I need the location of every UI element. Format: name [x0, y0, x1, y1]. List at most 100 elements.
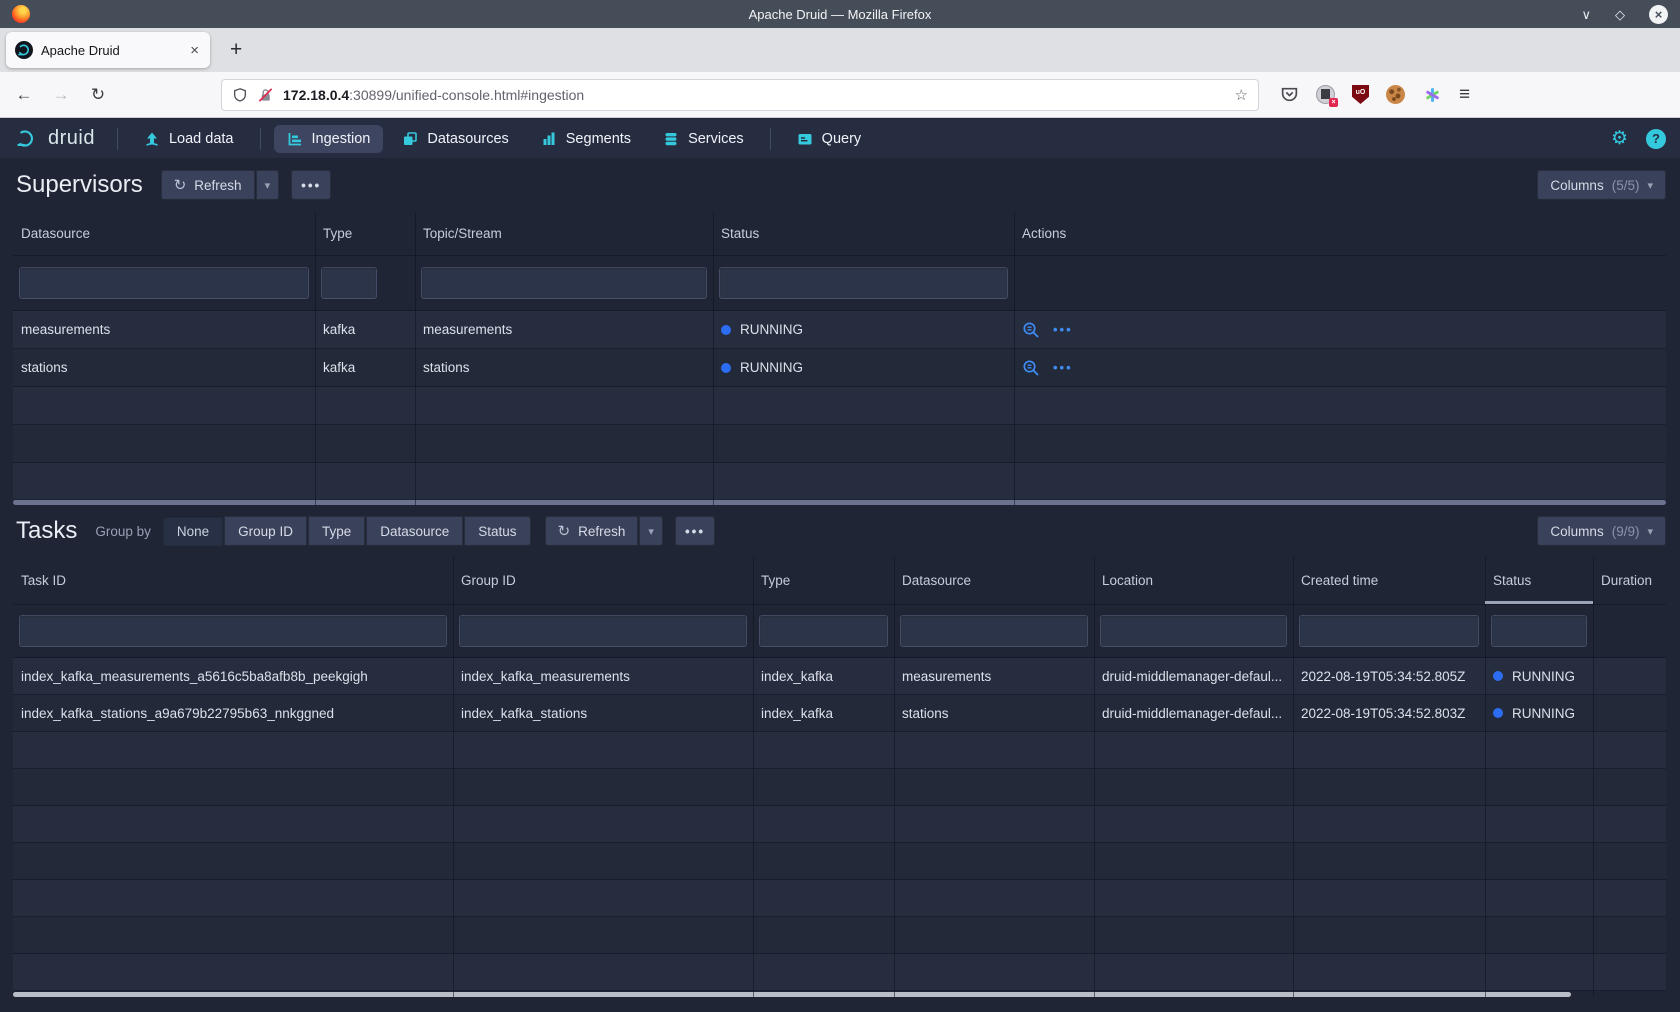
tasks-table: Task ID Group ID Type Datasource Locatio… [13, 557, 1666, 997]
column-header-group-id[interactable]: Group ID [453, 557, 753, 604]
column-header-topic-stream[interactable]: Topic/Stream [415, 212, 713, 255]
filter-input-type[interactable] [759, 615, 888, 647]
supervisors-columns-button[interactable]: Columns (5/5) ▾ [1537, 170, 1666, 200]
tab-title: Apache Druid [41, 43, 180, 58]
url-host: 172.18.0.4 [283, 87, 349, 103]
group-by-group-id-button[interactable]: Group ID [224, 516, 307, 546]
extension-icon[interactable]: × [1316, 85, 1335, 104]
forward-icon[interactable]: → [51, 85, 71, 105]
cell-type: kafka [315, 360, 415, 375]
segments-icon [541, 131, 557, 147]
columns-label: Columns [1550, 524, 1603, 539]
empty-row [13, 806, 1666, 843]
tasks-refresh-button[interactable]: ↻ Refresh [545, 516, 639, 546]
back-icon[interactable]: ← [14, 85, 34, 105]
tasks-columns-button[interactable]: Columns (9/9) ▾ [1537, 516, 1666, 546]
column-header-status-sorted[interactable]: Status [1485, 557, 1593, 604]
column-header-datasource[interactable]: Datasource [13, 212, 315, 255]
filter-input-datasource[interactable] [900, 615, 1088, 647]
window-maximize-icon[interactable]: ◇ [1615, 8, 1625, 21]
filter-input-location[interactable] [1100, 615, 1287, 647]
column-header-task-id[interactable]: Task ID [13, 557, 453, 604]
group-by-label: Group by [95, 524, 151, 539]
column-header-actions[interactable]: Actions [1014, 212, 1666, 255]
filter-input-topic-stream[interactable] [421, 267, 707, 299]
group-by-segmented-control: None Group ID Type Datasource Status [163, 516, 531, 546]
insecure-lock-icon[interactable] [257, 87, 274, 103]
column-header-datasource[interactable]: Datasource [894, 557, 1094, 604]
filter-input-group-id[interactable] [459, 615, 747, 647]
browser-tab[interactable]: Apache Druid × [6, 32, 210, 68]
column-header-location[interactable]: Location [1094, 557, 1293, 604]
nav-label: Datasources [427, 131, 508, 147]
group-by-none-button[interactable]: None [163, 516, 223, 546]
druid-logo[interactable]: druid [14, 126, 95, 151]
tasks-horizontal-scrollbar[interactable] [13, 992, 1571, 997]
cell-datasource: measurements [13, 322, 315, 337]
column-header-type[interactable]: Type [753, 557, 894, 604]
column-header-status[interactable]: Status [713, 212, 1014, 255]
column-header-type[interactable]: Type [315, 212, 415, 255]
shield-icon[interactable] [232, 87, 248, 103]
refresh-icon: ↻ [174, 176, 187, 194]
tasks-refresh-caret-button[interactable]: ▾ [639, 516, 663, 546]
status-dot [1493, 708, 1503, 718]
url-bar[interactable]: 172.18.0.4:30899/unified-console.html#in… [221, 79, 1259, 111]
datasources-icon [402, 131, 418, 147]
tab-close-icon[interactable]: × [188, 42, 201, 59]
filter-input-datasource[interactable] [19, 267, 309, 299]
supervisors-refresh-caret-button[interactable]: ▾ [256, 170, 280, 200]
ublock-origin-icon[interactable]: uO [1352, 85, 1369, 104]
nav-item-services[interactable]: Services [650, 125, 757, 153]
cell-datasource: measurements [894, 669, 1094, 684]
new-tab-button[interactable]: + [224, 38, 248, 62]
supervisor-row-measurements[interactable]: measurements kafka measurements RUNNING … [13, 311, 1666, 349]
tab-bar: Apache Druid × + [0, 28, 1680, 72]
nav-item-ingestion[interactable]: Ingestion [274, 125, 384, 153]
task-row-stations[interactable]: index_kafka_stations_a9a679b22795b63_nnk… [13, 695, 1666, 732]
cookie-extension-icon[interactable] [1386, 85, 1405, 104]
nav-separator [260, 128, 261, 150]
cell-actions: ••• [1014, 359, 1666, 377]
menu-icon[interactable]: ≡ [1459, 84, 1470, 106]
reload-icon[interactable]: ↻ [88, 85, 108, 105]
filter-input-status[interactable] [719, 267, 1008, 299]
tasks-more-button[interactable]: ••• [675, 516, 715, 546]
window-minimize-icon[interactable]: ∨ [1581, 8, 1591, 21]
empty-row [13, 880, 1666, 917]
services-icon [663, 131, 679, 147]
refresh-label: Refresh [194, 178, 241, 193]
row-more-icon[interactable]: ••• [1053, 322, 1073, 337]
supervisors-refresh-button[interactable]: ↻ Refresh [161, 170, 255, 200]
filter-input-status[interactable] [1491, 615, 1587, 647]
column-header-created-time[interactable]: Created time [1293, 557, 1485, 604]
pocket-icon[interactable] [1280, 85, 1299, 104]
cell-group-id: index_kafka_measurements [453, 669, 753, 684]
nav-item-load-data[interactable]: Load data [131, 125, 247, 153]
group-by-datasource-button[interactable]: Datasource [366, 516, 463, 546]
help-icon[interactable]: ? [1646, 129, 1666, 149]
group-by-status-button[interactable]: Status [464, 516, 530, 546]
filter-input-task-id[interactable] [19, 615, 447, 647]
nav-label: Query [822, 131, 862, 147]
inspect-icon[interactable] [1022, 321, 1040, 339]
nav-item-query[interactable]: Query [784, 125, 875, 153]
group-by-type-button[interactable]: Type [308, 516, 365, 546]
row-more-icon[interactable]: ••• [1053, 360, 1073, 375]
cell-created-time: 2022-08-19T05:34:52.805Z [1293, 669, 1485, 684]
supervisors-more-button[interactable]: ••• [291, 170, 331, 200]
column-header-duration[interactable]: Duration [1593, 557, 1666, 604]
filter-input-type[interactable] [321, 267, 377, 299]
cell-group-id: index_kafka_stations [453, 706, 753, 721]
task-row-measurements[interactable]: index_kafka_measurements_a5616c5ba8afb8b… [13, 658, 1666, 695]
nav-item-datasources[interactable]: Datasources [389, 125, 521, 153]
gear-icon[interactable]: ⚙ [1611, 127, 1628, 150]
filter-input-created-time[interactable] [1299, 615, 1479, 647]
inspect-icon[interactable] [1022, 359, 1040, 377]
asterisk-extension-icon[interactable] [1422, 85, 1442, 105]
bookmark-star-icon[interactable]: ☆ [1235, 86, 1248, 104]
nav-item-segments[interactable]: Segments [528, 125, 644, 153]
supervisor-row-stations[interactable]: stations kafka stations RUNNING ••• [13, 349, 1666, 387]
window-close-icon[interactable]: × [1649, 5, 1668, 24]
supervisors-horizontal-scrollbar[interactable] [13, 500, 1666, 505]
